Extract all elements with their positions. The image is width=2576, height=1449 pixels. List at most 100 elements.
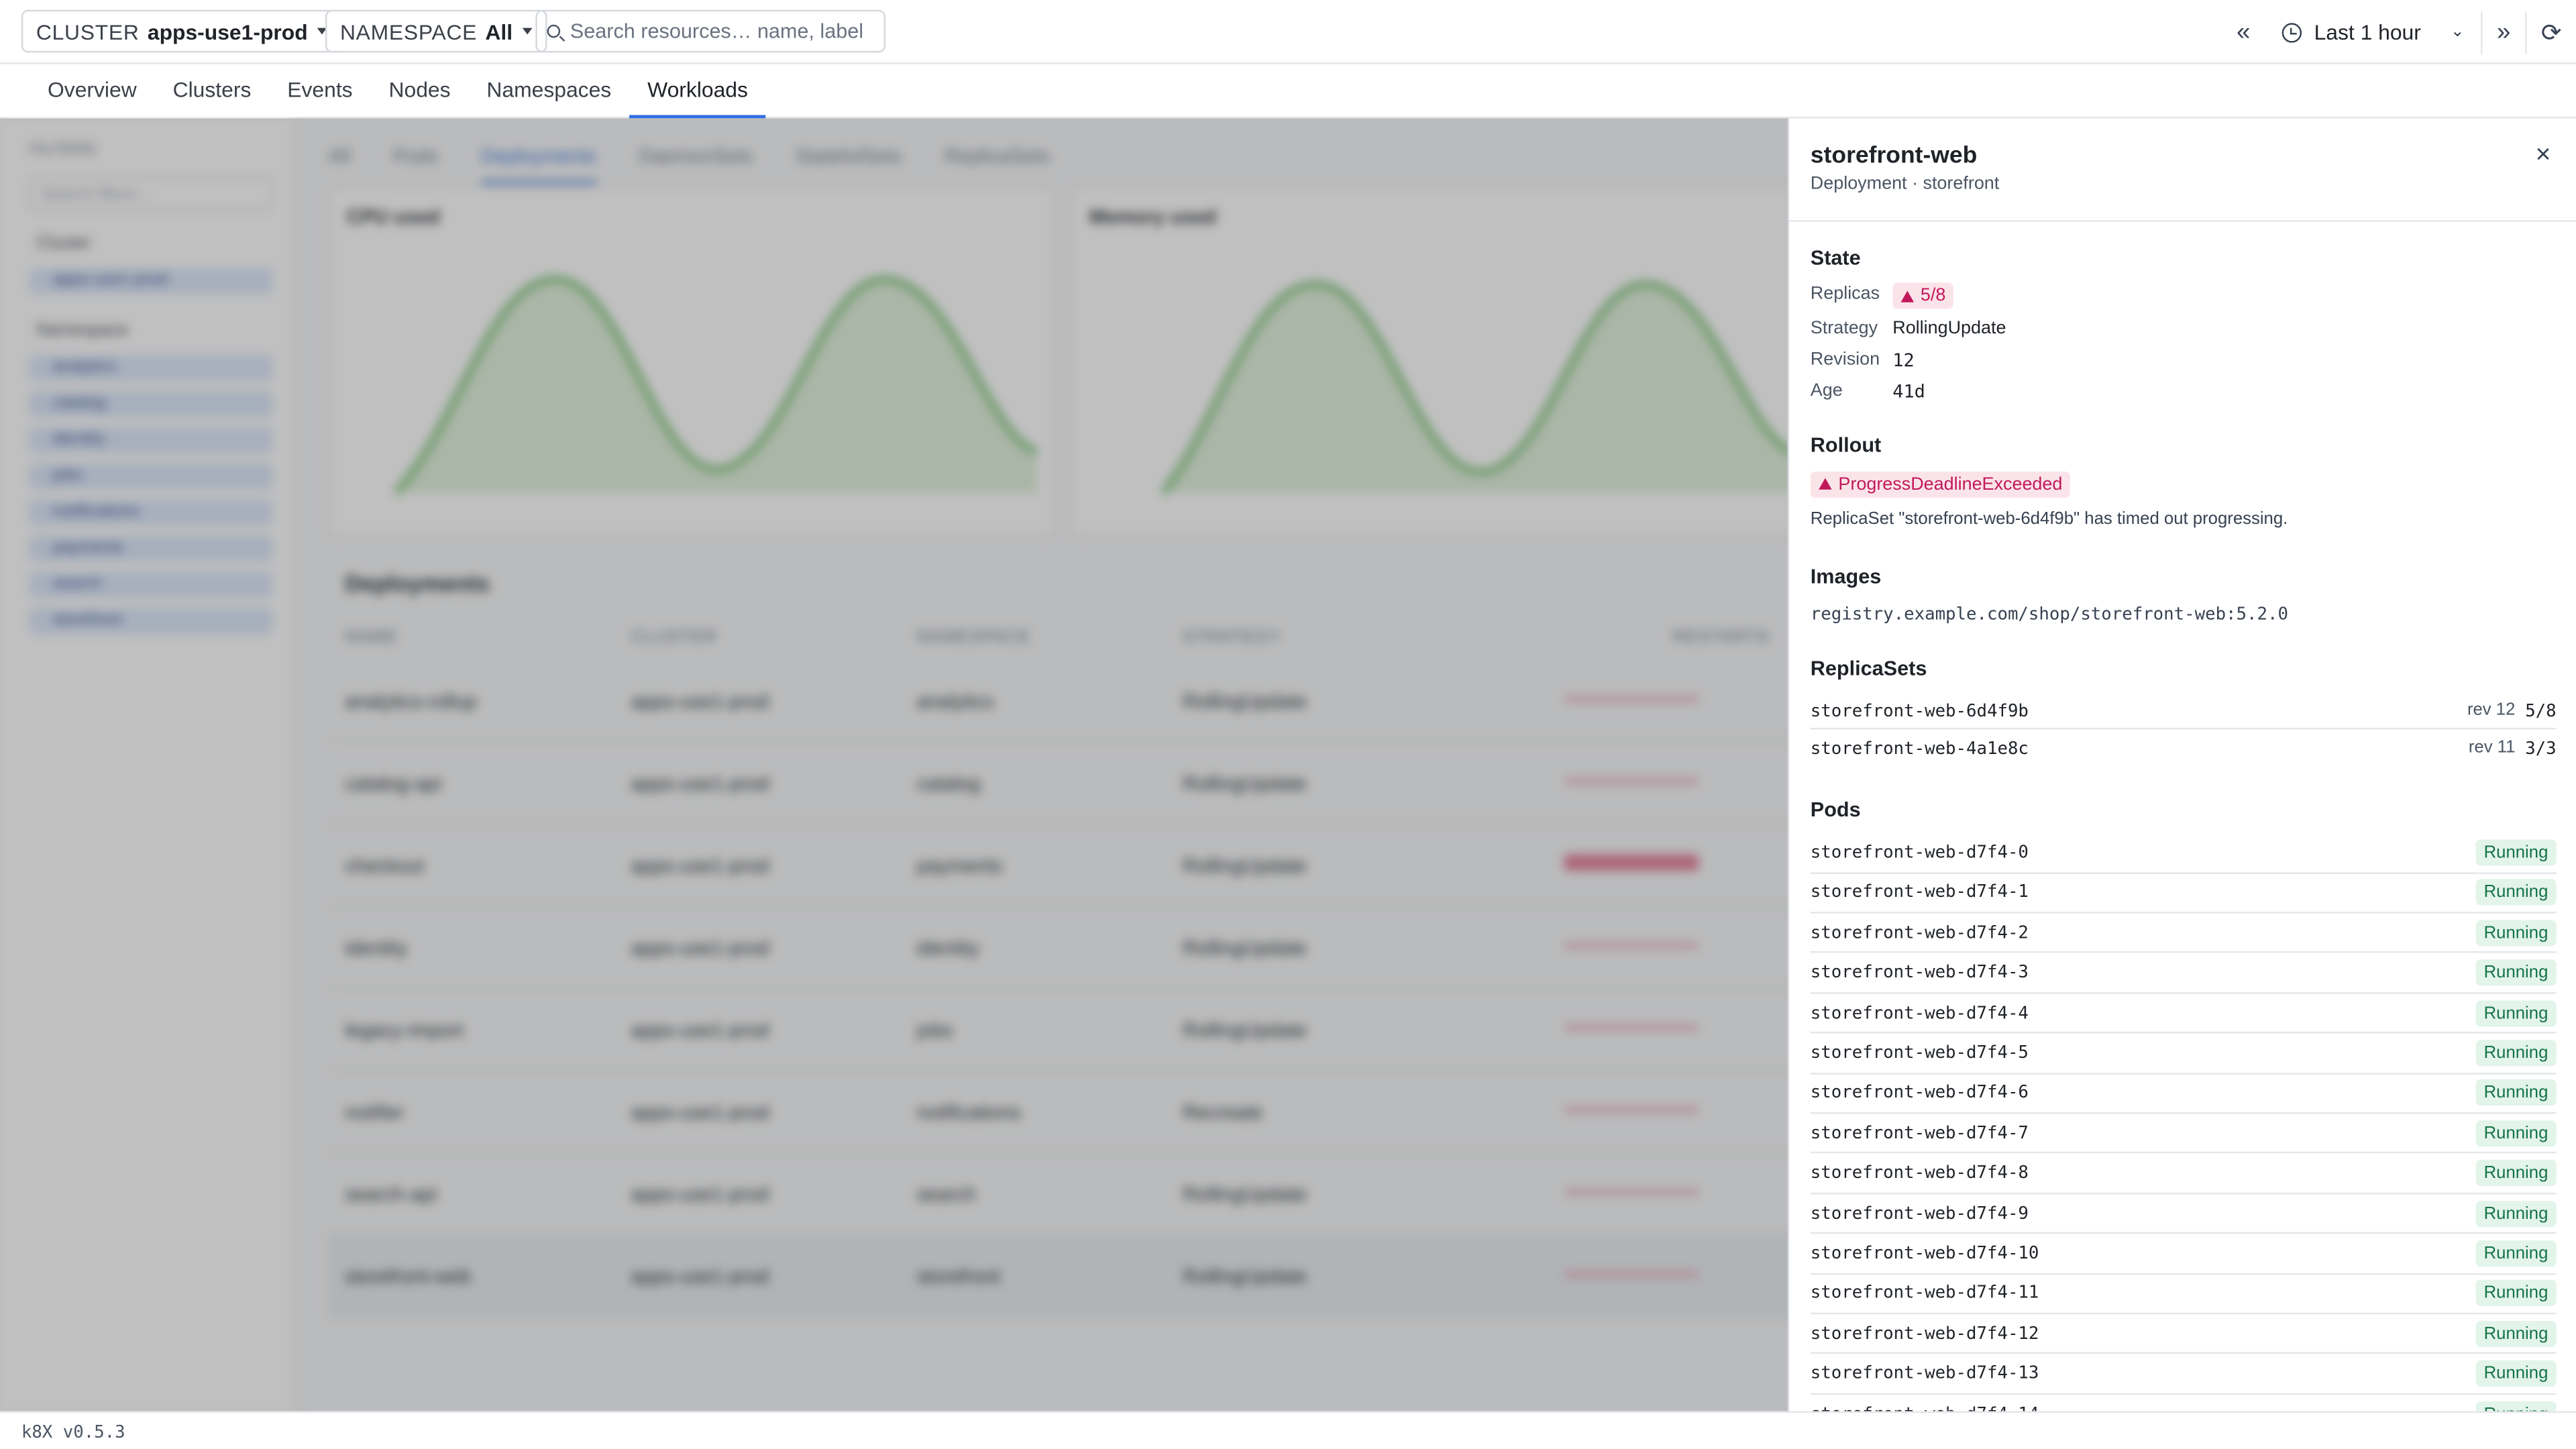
pod-row[interactable]: storefront-web-d7f4-1 Running [1810,873,2557,914]
time-range-label: Last 1 hour [2314,19,2421,45]
replicaset-count: 5/8 [2525,701,2557,722]
nav-clusters[interactable]: Clusters [155,64,270,117]
search-icon [547,24,561,38]
pod-name: storefront-web-d7f4-5 [1810,1043,2029,1063]
pods-heading: Pods [1810,798,1861,822]
nav-workloads[interactable]: Workloads [629,64,767,119]
rollout-warning-badge: ProgressDeadlineExceeded [1810,470,2071,497]
pod-row[interactable]: storefront-web-d7f4-9 Running [1810,1193,2557,1234]
replicaset-row[interactable]: storefront-web-6d4f9b rev 12 5/8 [1810,693,2557,730]
replicas-label: Replicas [1810,284,1880,305]
top-bar: CLUSTER apps-use1-prod NAMESPACE All Sea… [0,0,2576,64]
pod-name: storefront-web-d7f4-2 [1810,922,2029,943]
pod-status-badge: Running [2475,1401,2557,1411]
pod-row[interactable]: storefront-web-d7f4-7 Running [1810,1114,2557,1154]
pod-status-badge: Running [2475,1240,2557,1267]
pod-row[interactable]: storefront-web-d7f4-14 Running [1811,1394,2557,1411]
pod-row[interactable]: storefront-web-d7f4-12 Running [1810,1314,2557,1354]
pod-status-badge: Running [2475,1079,2557,1107]
status-footer: k8X v0.5.3 [0,1411,2576,1449]
state-heading: State [1810,246,1861,270]
replicaset-row[interactable]: storefront-web-4a1e8c rev 11 3/3 [1811,731,2557,767]
refresh-icon[interactable]: ⟳ [2527,0,2576,64]
replicaset-name: storefront-web-4a1e8c [1810,739,2029,759]
search-input[interactable]: Search resources… name, label [535,9,886,53]
age-value: 41d [1892,381,1925,403]
pod-row[interactable]: storefront-web-d7f4-8 Running [1810,1154,2557,1194]
drawer-header: storefront-web Deployment · storefront × [1788,118,2576,222]
pod-status-badge: Running [2475,1360,2557,1387]
replicasets-heading: ReplicaSets [1810,657,1927,680]
pod-status-badge: Running [2475,1280,2557,1307]
pod-status-badge: Running [2475,919,2557,947]
drawer-subtitle: Deployment · storefront [1810,174,2000,194]
rollout-heading: Rollout [1810,433,1882,457]
pod-name: storefront-web-d7f4-7 [1810,1123,2029,1144]
pod-name: storefront-web-d7f4-6 [1810,1083,2029,1104]
pod-row[interactable]: storefront-web-d7f4-6 Running [1810,1073,2557,1114]
namespace-selector[interactable]: NAMESPACE All [325,9,547,53]
cluster-selector-key: CLUSTER [36,19,140,44]
revision-label: Revision [1810,350,1880,370]
nav-namespaces[interactable]: Namespaces [468,64,629,117]
pod-row[interactable]: storefront-web-d7f4-2 Running [1810,913,2557,954]
rollout-badge-text: ProgressDeadlineExceeded [1838,474,2063,494]
step-forward-icon[interactable]: » [2482,0,2525,64]
age-label: Age [1810,381,1843,401]
warning-icon [1900,290,1915,302]
chevron-down-icon: ⌄ [2450,23,2465,42]
replicas-badge-text: 5/8 [1920,286,1946,306]
images-heading: Images [1810,565,1882,588]
pod-name: storefront-web-d7f4-9 [1810,1203,2029,1224]
pod-name: storefront-web-d7f4-14 [1811,1404,2039,1411]
clock-icon [2281,22,2301,42]
pod-name: storefront-web-d7f4-1 [1810,883,2029,903]
pod-name: storefront-web-d7f4-12 [1810,1324,2039,1344]
revision-value: 12 [1892,350,1915,372]
pod-name: storefront-web-d7f4-10 [1810,1243,2039,1264]
rollout-message: ReplicaSet "storefront-web-6d4f9b" has t… [1810,509,2288,529]
pod-name: storefront-web-d7f4-13 [1810,1364,2039,1384]
pod-status-badge: Running [2475,1160,2557,1187]
replicas-value: 5/8 [1892,282,1954,309]
strategy-label: Strategy [1810,319,1878,339]
pod-status-badge: Running [2475,1320,2557,1347]
close-icon[interactable]: × [2532,142,2555,168]
strategy-value: RollingUpdate [1892,319,2006,339]
replicaset-name: storefront-web-6d4f9b [1810,701,2029,722]
image-ref: registry.example.com/shop/storefront-web… [1810,604,2288,625]
pod-row[interactable]: storefront-web-d7f4-5 Running [1810,1033,2557,1074]
pod-row[interactable]: storefront-web-d7f4-0 Running [1810,833,2557,873]
search-placeholder: Search resources… name, label [570,19,864,43]
pod-status-badge: Running [2475,959,2557,986]
replicaset-rev: rev 11 [2468,737,2516,757]
pod-status-badge: Running [2475,879,2557,906]
pod-status-badge: Running [2475,1040,2557,1067]
replicas-warning-badge: 5/8 [1892,282,1954,309]
pod-name: storefront-web-d7f4-0 [1810,843,2029,863]
nav-overview[interactable]: Overview [30,64,155,117]
pod-row[interactable]: storefront-web-d7f4-13 Running [1810,1354,2557,1395]
pod-row[interactable]: storefront-web-d7f4-4 Running [1810,994,2557,1034]
namespace-selector-value: All [485,19,513,44]
deployment-detail-drawer: storefront-web Deployment · storefront ×… [1787,118,2576,1411]
pod-row[interactable]: storefront-web-d7f4-11 Running [1810,1274,2557,1314]
pod-row[interactable]: storefront-web-d7f4-3 Running [1810,953,2557,994]
pod-name: storefront-web-d7f4-8 [1810,1163,2029,1183]
step-back-icon[interactable]: « [2222,0,2265,64]
cluster-selector-value: apps-use1-prod [147,19,308,44]
pod-row[interactable]: storefront-web-d7f4-10 Running [1810,1234,2557,1275]
app-version: k8X v0.5.3 [21,1422,125,1443]
time-controls: « Last 1 hour ⌄ » ⟳ [2222,0,2576,64]
app-root: CLUSTER apps-use1-prod NAMESPACE All Sea… [0,0,2576,1449]
cluster-selector[interactable]: CLUSTER apps-use1-prod [21,9,343,53]
nav-events[interactable]: Events [269,64,370,117]
drawer-title: storefront-web [1810,143,1978,170]
replicaset-rev: rev 12 [2467,700,2516,720]
pod-status-badge: Running [2475,1000,2557,1026]
pod-name: storefront-web-d7f4-4 [1810,1003,2029,1023]
pod-status-badge: Running [2475,839,2557,866]
time-range-picker[interactable]: Last 1 hour ⌄ [2265,0,2481,64]
main-nav: Overview Clusters Events Nodes Namespace… [0,64,2576,119]
nav-nodes[interactable]: Nodes [371,64,469,117]
